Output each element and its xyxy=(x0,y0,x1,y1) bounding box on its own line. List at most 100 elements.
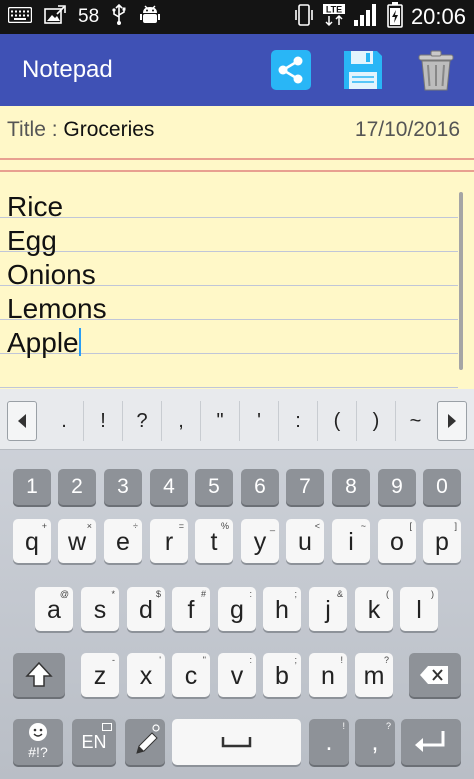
symbol-key[interactable]: ) xyxy=(357,401,396,441)
symbol-key[interactable]: " xyxy=(201,401,240,441)
shift-key[interactable] xyxy=(13,653,65,697)
symbol-key[interactable]: , xyxy=(162,401,201,441)
handwriting-key[interactable] xyxy=(125,719,165,765)
language-key[interactable]: EN xyxy=(72,719,116,765)
pen-icon xyxy=(136,724,160,754)
note-line: Egg xyxy=(7,225,57,256)
backspace-key[interactable] xyxy=(409,653,461,697)
key-letter[interactable]: < u xyxy=(286,519,324,563)
key-label: d xyxy=(139,596,153,624)
symbol-key[interactable]: ' xyxy=(240,401,279,441)
key-label: e xyxy=(116,528,130,556)
clock: 20:06 xyxy=(410,4,466,29)
emoji-symbol-key[interactable]: #!? xyxy=(13,719,63,765)
key-letter[interactable]: ) l xyxy=(400,587,438,631)
save-button[interactable] xyxy=(341,48,385,92)
note-body[interactable]: Rice Egg Onions Lemons Apple xyxy=(7,190,107,360)
space-icon xyxy=(221,737,252,748)
key-letter[interactable]: -z xyxy=(81,653,119,697)
scrollbar[interactable] xyxy=(459,192,463,370)
title-value[interactable]: Groceries xyxy=(63,118,154,141)
key-label: 6 xyxy=(254,475,266,498)
key-number[interactable]: 7 xyxy=(286,469,324,505)
symbol-key[interactable]: ~ xyxy=(396,401,435,441)
note-line: Onions xyxy=(7,259,96,290)
lte-icon: LTE xyxy=(322,3,345,31)
key-letter[interactable]: ~ i xyxy=(332,519,370,563)
delete-button[interactable] xyxy=(414,48,458,92)
title-label: Title : xyxy=(7,118,64,141)
key-letter[interactable]: = r xyxy=(150,519,188,563)
key-label: v xyxy=(230,662,244,690)
symbol-scroll-right-button[interactable] xyxy=(437,401,467,441)
enter-key[interactable] xyxy=(401,719,461,765)
key-label: 2 xyxy=(71,475,83,498)
key-letter[interactable]: ? m xyxy=(355,653,393,697)
emoji-key-label: #!? xyxy=(28,744,48,760)
title-field[interactable]: Title : Groceries xyxy=(7,118,154,142)
key-label: g xyxy=(230,596,244,624)
key-number[interactable]: 5 xyxy=(195,469,233,505)
key-letter[interactable]: ; b xyxy=(263,653,301,697)
key-number[interactable]: 6 xyxy=(241,469,279,505)
key-number[interactable]: 3 xyxy=(104,469,142,505)
key-letter[interactable]: :v xyxy=(218,653,256,697)
period-key[interactable]: !. xyxy=(309,719,349,765)
image-icon xyxy=(44,5,66,29)
share-icon xyxy=(269,50,313,96)
shift-icon xyxy=(25,661,53,687)
key-letter[interactable]: × w xyxy=(58,519,96,563)
key-letter[interactable]: @ a xyxy=(35,587,73,631)
text-cursor xyxy=(78,328,81,356)
key-letter[interactable]: :g xyxy=(218,587,256,631)
key-number[interactable]: 4 xyxy=(150,469,188,505)
key-letter[interactable]: ; h xyxy=(263,587,301,631)
android-debug-icon xyxy=(139,4,161,30)
symbol-key[interactable]: ( xyxy=(318,401,357,441)
key-label: 9 xyxy=(391,475,403,498)
symbol-key[interactable]: . xyxy=(45,401,84,441)
key-letter[interactable]: $ d xyxy=(127,587,165,631)
note-line: Apple xyxy=(7,327,79,358)
space-key[interactable] xyxy=(172,719,301,765)
symbol-key[interactable]: ? xyxy=(123,401,162,441)
key-number[interactable]: 0 xyxy=(423,469,461,505)
symbol-key[interactable]: ! xyxy=(84,401,123,441)
key-letter[interactable]: [o xyxy=(378,519,416,563)
key-label: 8 xyxy=(345,475,357,498)
key-letter[interactable]: ' x xyxy=(127,653,165,697)
key-letter[interactable]: + q xyxy=(13,519,51,563)
key-number[interactable]: 8 xyxy=(332,469,370,505)
key-letter[interactable]: % t xyxy=(195,519,233,563)
share-button[interactable] xyxy=(269,48,313,92)
key-number[interactable]: 2 xyxy=(58,469,96,505)
key-letter[interactable]: & j xyxy=(309,587,347,631)
key-letter[interactable]: ! n xyxy=(309,653,347,697)
key-letter[interactable]: ÷ e xyxy=(104,519,142,563)
key-letter[interactable]: _ y xyxy=(241,519,279,563)
symbol-key[interactable]: : xyxy=(279,401,318,441)
keyboard-icon xyxy=(7,6,33,27)
key-number[interactable]: 1 xyxy=(13,469,51,505)
key-label: p xyxy=(435,528,449,556)
margin-line-top xyxy=(0,158,474,160)
margin-line-bottom xyxy=(0,170,474,172)
key-label: b xyxy=(275,662,289,690)
save-icon xyxy=(341,51,385,96)
title-row: Title : Groceries 17/10/2016 xyxy=(0,106,474,156)
key-letter[interactable]: ] p xyxy=(423,519,461,563)
key-letter[interactable]: " c xyxy=(172,653,210,697)
key-label: s xyxy=(93,596,107,624)
note-date: 17/10/2016 xyxy=(354,118,460,141)
symbol-scroll-left-button[interactable] xyxy=(7,401,37,441)
key-letter[interactable]: (k xyxy=(355,587,393,631)
key-number[interactable]: 9 xyxy=(378,469,416,505)
key-letter[interactable]: * s xyxy=(81,587,119,631)
key-label: 5 xyxy=(208,475,220,498)
key-label: n xyxy=(321,662,335,690)
note-editor: Title : Groceries 17/10/2016 Rice Egg On… xyxy=(0,106,474,389)
comma-key[interactable]: ?, xyxy=(355,719,395,765)
key-label: 4 xyxy=(163,475,175,498)
key-letter[interactable]: # f xyxy=(172,587,210,631)
key-label: l xyxy=(416,596,422,624)
